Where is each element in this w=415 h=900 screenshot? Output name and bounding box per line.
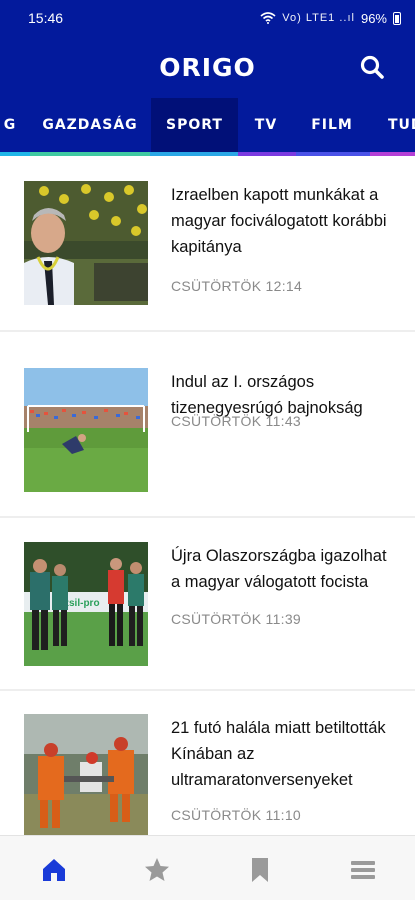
tab-label: FILM — [311, 117, 353, 133]
status-bar: 15:46 Vo) LTE1 ..ıl 96% — [0, 0, 415, 36]
article-time: CSÜTÖRTÖK 11:10 — [171, 807, 302, 823]
battery-percent: 96% — [360, 10, 387, 26]
article-title: 21 futó halála miatt betiltották Kínában… — [171, 719, 386, 789]
article-divider — [0, 516, 415, 518]
star-icon[interactable] — [143, 856, 171, 884]
status-time: 15:46 — [28, 10, 64, 26]
article-item[interactable]: Indul az I. országos tizenegyesrúgó bajn… — [0, 347, 415, 533]
battery-icon — [393, 11, 401, 25]
article-divider — [0, 330, 415, 332]
article-divider — [0, 689, 415, 691]
tab-color-strip — [30, 152, 150, 156]
article-item[interactable]: zsil-pro Újra Olaszországba igazolhat a … — [0, 521, 415, 707]
article-title: Újra Olaszországba igazolhat a magyar vá… — [171, 547, 387, 591]
article-item[interactable]: Izraelben kapott munkákat a magyar fociv… — [0, 160, 415, 346]
bookmark-icon[interactable] — [246, 856, 274, 884]
tab-label: TV — [254, 117, 278, 133]
tab-label: GAZDASÁG — [42, 117, 138, 133]
origo-logo[interactable]: ORIGO — [159, 53, 256, 82]
article-thumbnail — [24, 368, 148, 492]
bottom-navigation — [0, 835, 415, 900]
tab-partial-right[interactable]: TUD — [378, 98, 415, 152]
article-time: CSÜTÖRTÖK 11:39 — [171, 611, 302, 627]
article-thumbnail — [24, 181, 148, 305]
app-header: ORIGO — [0, 36, 415, 98]
tab-label: SPORT — [166, 117, 223, 133]
article-title: Izraelben kapott munkákat a magyar fociv… — [171, 186, 387, 256]
status-icons: Vo) LTE1 ..ıl 96% — [260, 11, 401, 26]
search-icon[interactable] — [359, 54, 385, 80]
tab-label: TUD — [388, 117, 415, 133]
tab-label: G — [3, 117, 17, 133]
tab-color-strip — [238, 152, 296, 156]
tab-film[interactable]: FILM — [302, 98, 362, 152]
tab-tv[interactable]: TV — [245, 98, 287, 152]
tab-color-strip — [296, 152, 370, 156]
tab-gazdasag[interactable]: GAZDASÁG — [34, 98, 146, 152]
wifi-icon — [260, 12, 276, 24]
tab-partial-left[interactable]: G — [0, 98, 28, 152]
category-tabs: G GAZDASÁG SPORT TV FILM TUD — [0, 98, 415, 156]
article-thumbnail: zsil-pro — [24, 542, 148, 666]
tab-color-strip — [370, 152, 415, 156]
tab-color-strip — [0, 152, 30, 156]
tab-color-strip — [150, 152, 238, 156]
tab-sport[interactable]: SPORT — [151, 98, 238, 152]
article-time: CSÜTÖRTÖK 11:43 — [171, 413, 302, 429]
article-thumbnail — [24, 714, 148, 838]
home-icon[interactable] — [40, 856, 68, 884]
signal-icon: Vo) LTE1 ..ıl — [282, 12, 355, 24]
svg-text:zsil-pro: zsil-pro — [64, 598, 100, 609]
menu-icon[interactable] — [349, 856, 377, 884]
article-time: CSÜTÖRTÖK 12:14 — [171, 278, 303, 294]
